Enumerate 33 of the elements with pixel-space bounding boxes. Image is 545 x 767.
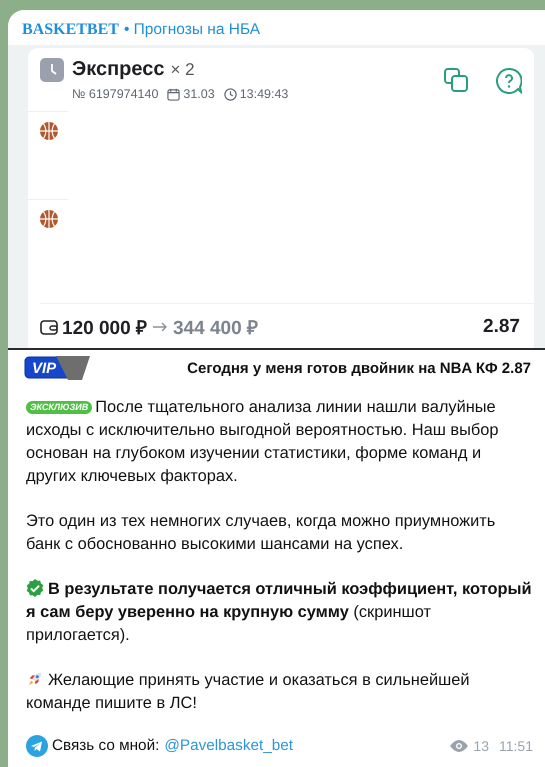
message-paragraph: В результате получается отличный коэффициент, который я сам беру уверенно на крупную сумму (скриншот прилогается).	[26, 578, 533, 646]
telegram-icon	[26, 735, 48, 757]
wallet-icon	[40, 318, 58, 336]
channel-name[interactable]: BASKETBET	[22, 21, 119, 39]
contact-label: Связь со мной:	[52, 737, 160, 755]
message-paragraph: Это один из тех немногих случаев, когда можно приумножить банк с обоснованно высокими шансами на успех.	[26, 511, 496, 555]
clock-icon	[40, 58, 64, 82]
stake-amount: 120 000 ₽	[62, 317, 147, 340]
bet-number: № 6197974140	[72, 87, 158, 101]
message-paragraph: ЭКСКЛЮЗИВ После тщательного анализа линии нашли валуйные исходы с исключительно выгодной вероятностью. Наш выбор основан на глубоком изучении статистики, форме команд и других ключевых факторах.	[26, 397, 500, 487]
basketball-icon	[40, 122, 58, 140]
check-badge-icon	[26, 579, 44, 597]
eye-icon	[450, 740, 468, 752]
calendar-icon	[167, 88, 180, 100]
message-paragraph: Желающие принять участие и оказаться в сильнейшей команде пишите в ЛС!	[26, 669, 471, 714]
message-time: 11:51	[499, 738, 533, 754]
contact-link[interactable]: @Pavelbasket_bet	[164, 737, 294, 755]
bet-multiplier: × 2	[170, 60, 195, 80]
copy-icon[interactable]	[444, 68, 468, 92]
help-icon[interactable]	[496, 68, 522, 94]
clock-icon	[224, 88, 237, 100]
payout-amount: 344 400 ₽	[172, 317, 258, 340]
bet-title: Экспресс	[72, 58, 164, 81]
channel-title[interactable]: • Прогнозы на НБА	[124, 21, 260, 39]
bet-date: 31.03	[183, 87, 215, 101]
basketball-icon	[40, 210, 58, 228]
rocket-icon	[26, 670, 44, 688]
arrow-icon	[152, 322, 167, 332]
total-odds: 2.87	[483, 316, 520, 338]
headline: Сегодня у меня готов двойник на NBA КФ 2.87	[187, 360, 531, 376]
view-count: 13	[473, 738, 489, 754]
exclusive-badge: ЭКСКЛЮЗИВ	[26, 401, 92, 414]
bet-time: 13:49:43	[240, 87, 288, 101]
